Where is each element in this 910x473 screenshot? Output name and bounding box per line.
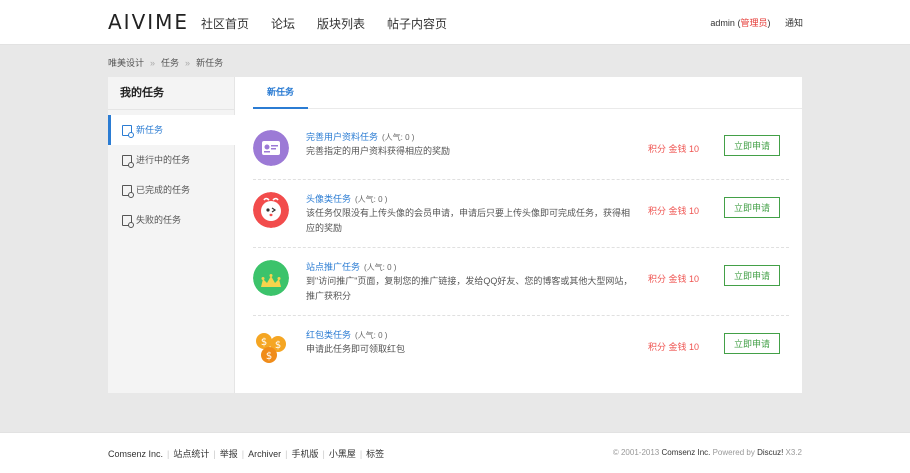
sidebar-item-failed[interactable]: 失败的任务 [108, 205, 234, 235]
product-link[interactable]: Discuz! [757, 448, 783, 457]
footer-link-report[interactable]: 举报 [220, 449, 238, 459]
divider: | [285, 449, 288, 459]
task-row: $ $ $ 红包类任务 (人气: 0 ) 申请此任务即可领取红包 积分 金钱 10… [253, 315, 789, 377]
product-version: X3.2 [783, 448, 802, 457]
sidebar-item-done[interactable]: 已完成的任务 [108, 175, 234, 205]
task-description: 申请此任务即可领取红包 [306, 344, 406, 354]
svg-text:$: $ [266, 351, 272, 362]
footer-link-archiver[interactable]: Archiver [248, 449, 281, 459]
powered-by-label: Powered by [710, 448, 758, 457]
task-description: 到"访问推广"页面，复制您的推广链接，发给QQ好友、您的博客或其他大型网站，推广… [306, 276, 633, 301]
sidebar-item-new[interactable]: 新任务 [108, 115, 235, 145]
sidebar-item-label: 失败的任务 [136, 215, 182, 225]
sidebar-title: 我的任务 [108, 77, 234, 110]
task-description: 完善指定的用户资料获得相应的奖励 [306, 146, 451, 156]
breadcrumb-site[interactable]: 唯美设计 [108, 58, 144, 68]
task-name[interactable]: 头像类任务 [306, 194, 351, 204]
chevron-right-icon: » [185, 58, 191, 68]
footer-link-stats[interactable]: 站点统计 [173, 449, 209, 459]
task-name[interactable]: 完善用户资料任务 [306, 132, 378, 142]
divider: | [359, 449, 363, 459]
task-description: 该任务仅限没有上传头像的会员申请，申请后只要上传头像即可完成任务，获得相应的奖励 [306, 208, 631, 233]
task-title-row: 完善用户资料任务 (人气: 0 ) [306, 130, 414, 143]
apply-button[interactable]: 立即申请 [724, 197, 780, 218]
nav-thread[interactable]: 帖子内容页 [387, 15, 447, 32]
notice-link[interactable]: 通知 [785, 18, 803, 28]
crown-icon [253, 260, 289, 296]
apply-button[interactable]: 立即申请 [724, 333, 780, 354]
avatar-face-icon [253, 192, 289, 228]
divider: | [322, 449, 325, 459]
divider: | [213, 449, 216, 459]
apply-button[interactable]: 立即申请 [724, 265, 780, 286]
user-area: admin (管理员) 通知 [710, 16, 803, 29]
username-link[interactable]: admin [710, 18, 735, 28]
task-title-row: 站点推广任务 (人气: 0 ) [306, 260, 396, 273]
sidebar-item-doing[interactable]: 进行中的任务 [108, 145, 234, 175]
task-reward: 积分 金钱 10 [648, 274, 700, 284]
nav-forum[interactable]: 论坛 [271, 15, 295, 32]
breadcrumb: 唯美设计 » 任务 » 新任务 [108, 56, 223, 69]
breadcrumb-task[interactable]: 任务 [161, 58, 179, 68]
task-icon [122, 155, 134, 168]
page-footer: Comsenz Inc. | 站点统计 | 举报 | Archiver | 手机版 | 小黑屋 | 标签… [0, 432, 910, 473]
task-row: 站点推广任务 (人气: 0 ) 到"访问推广"页面，复制您的推广链接，发给QQ好友… [253, 247, 789, 316]
role-close: ) [767, 18, 771, 28]
task-panel: 我的任务 新任务 进行中的任务 已完成的任务 失败的任务 新任务 完善用户资料任… [108, 77, 802, 393]
footer-link-tags[interactable]: 标签 [366, 449, 384, 459]
task-icon [122, 215, 134, 228]
footer-link-mobile[interactable]: 手机版 [291, 449, 318, 459]
task-icon [122, 185, 134, 198]
task-icon [122, 125, 134, 138]
task-popularity: (人气: 0 ) [382, 133, 415, 142]
site-logo[interactable]: AIVIME [108, 10, 189, 34]
sidebar-item-label: 已完成的任务 [136, 185, 191, 195]
nav-boards[interactable]: 版块列表 [317, 15, 365, 32]
tab-bar: 新任务 [253, 77, 802, 109]
footer-link-blackroom[interactable]: 小黑屋 [329, 449, 356, 459]
task-title-row: 头像类任务 (人气: 0 ) [306, 192, 387, 205]
task-reward: 积分 金钱 10 [648, 144, 700, 154]
task-title-row: 红包类任务 (人气: 0 ) [306, 328, 387, 341]
svg-text:$: $ [275, 340, 281, 351]
svg-text:$: $ [261, 337, 267, 348]
breadcrumb-current: 新任务 [196, 58, 224, 68]
copyright-years: © 2001-2013 [612, 448, 662, 457]
footer-links: Comsenz Inc. | 站点统计 | 举报 | Archiver | 手机版 | 小黑屋 | 标签 [108, 447, 384, 460]
top-header: AIVIME 社区首页 论坛 版块列表 帖子内容页 admin (管理员) 通知 [0, 0, 910, 45]
coins-icon: $ $ $ [256, 333, 286, 363]
chevron-right-icon: » [150, 58, 156, 68]
divider: | [241, 449, 245, 459]
task-popularity: (人气: 0 ) [364, 263, 397, 272]
apply-button[interactable]: 立即申请 [724, 135, 780, 156]
task-name[interactable]: 红包类任务 [306, 330, 351, 340]
tab-new-tasks[interactable]: 新任务 [253, 77, 309, 109]
task-row: 头像类任务 (人气: 0 ) 该任务仅限没有上传头像的会员申请，申请后只要上传头像… [253, 179, 789, 248]
role-link[interactable]: 管理员 [740, 18, 767, 28]
task-row: 完善用户资料任务 (人气: 0 ) 完善指定的用户资料获得相应的奖励 积分 金钱 … [253, 117, 789, 180]
main-nav: 社区首页 论坛 版块列表 帖子内容页 [201, 15, 469, 32]
task-sidebar: 我的任务 新任务 进行中的任务 已完成的任务 失败的任务 [108, 77, 235, 393]
task-name[interactable]: 站点推广任务 [306, 262, 360, 272]
copyright: © 2001-2013 Comsenz Inc. Powered by Disc… [613, 448, 802, 457]
nav-home[interactable]: 社区首页 [201, 15, 249, 32]
sidebar-item-label: 新任务 [136, 125, 164, 135]
task-popularity: (人气: 0 ) [355, 195, 388, 204]
task-reward: 积分 金钱 10 [648, 342, 700, 352]
copyright-company[interactable]: Comsenz Inc. [661, 448, 710, 457]
profile-card-icon [253, 130, 289, 166]
footer-link-company[interactable]: Comsenz Inc. [108, 449, 163, 459]
sidebar-item-label: 进行中的任务 [136, 155, 191, 165]
task-popularity: (人气: 0 ) [355, 331, 388, 340]
task-reward: 积分 金钱 10 [648, 206, 700, 216]
divider: | [167, 449, 170, 459]
